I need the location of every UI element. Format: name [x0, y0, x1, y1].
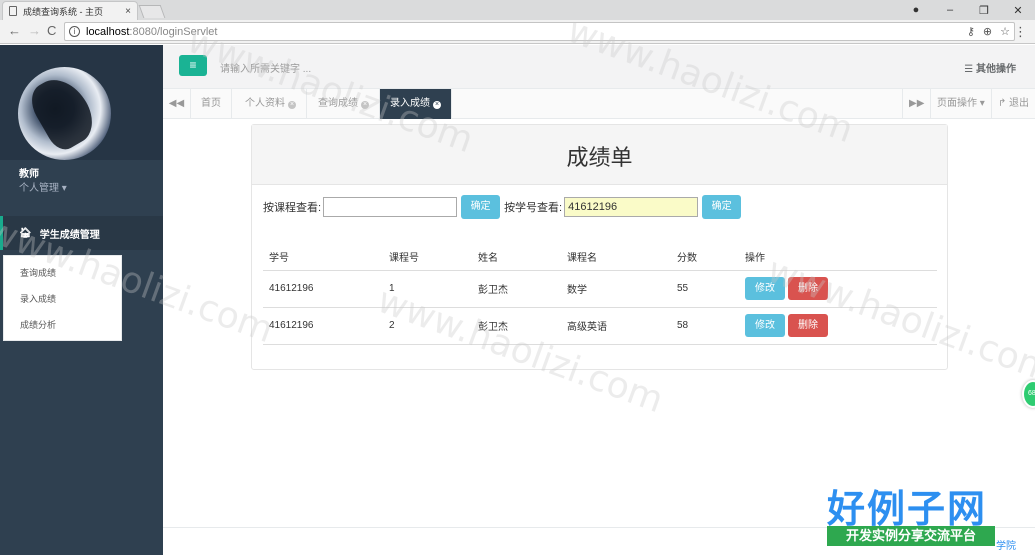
back-button[interactable]: ←	[8, 23, 21, 38]
nav-section-label: 学生成绩管理	[39, 229, 100, 241]
table-row: 41612196 2 彭卫杰 高级英语 58 修改 删除	[263, 307, 937, 345]
course-filter-input[interactable]	[323, 197, 458, 217]
browser-tabbar: 成绩查询系统 - 主页 × ● – ❐ ✕	[0, 0, 1035, 20]
brand-tagline: 开发实例分享交流平台	[827, 526, 995, 546]
course-filter-label: 按课程查看:	[263, 202, 322, 214]
brand-logo-text: 好例子网	[827, 486, 988, 531]
column-header: 分数	[671, 244, 739, 271]
tab-home[interactable]: 首页	[191, 89, 232, 119]
tab-label: 首页	[201, 98, 221, 109]
other-actions-button[interactable]: ☰ 其他操作	[964, 60, 1016, 75]
cell-course-name: 高级英语	[561, 307, 671, 345]
table-header-row: 学号 课程号 姓名 课程名 分数 操作	[263, 244, 937, 271]
tab-close-icon[interactable]: ×	[288, 101, 296, 109]
url-field[interactable]: i localhost :8080/loginServlet ⚷ ⊕ ☆	[64, 22, 1015, 41]
edit-button[interactable]: 修改	[745, 277, 785, 300]
close-tab-icon[interactable]: ×	[125, 6, 131, 17]
maximize-button[interactable]: ❐	[967, 4, 1001, 17]
avatar[interactable]	[18, 67, 111, 160]
filter-bar: 按课程查看: 确定 按学号查看: 41612196 确定	[263, 195, 745, 219]
cell-actions: 修改 删除	[739, 307, 937, 345]
url-path: :8080/loginServlet	[129, 25, 218, 38]
url-host: localhost	[86, 25, 130, 38]
column-header: 操作	[739, 244, 937, 271]
edit-button[interactable]: 修改	[745, 314, 785, 337]
close-window-button[interactable]: ✕	[1001, 4, 1035, 17]
cell-student-id: 41612196	[263, 270, 383, 308]
logout-label: 退出	[1009, 98, 1029, 109]
zoom-icon[interactable]: ⊕	[983, 25, 992, 38]
forward-button[interactable]: →	[28, 23, 41, 38]
tab-strip-actions: ▶▶ 页面操作 ▾ ↱ 退出	[902, 89, 1035, 119]
cell-name: 彭卫杰	[472, 270, 561, 308]
tab-enter-grades[interactable]: 录入成绩 ×	[380, 89, 452, 119]
delete-button[interactable]: 删除	[788, 314, 828, 337]
floating-badge[interactable]: 68	[1022, 380, 1035, 408]
column-header: 学号	[263, 244, 383, 271]
column-header: 课程号	[383, 244, 472, 271]
page-actions-button[interactable]: 页面操作 ▾	[930, 89, 991, 119]
content-tab-strip: ◀◀ 首页 个人资料 × 查询成绩 × 录入成绩 × ▶▶ 页面操作 ▾ ↱ 退出	[163, 89, 1035, 119]
account-icon[interactable]: ●	[899, 4, 933, 16]
student-filter-input[interactable]: 41612196	[564, 197, 699, 217]
cell-score: 55	[671, 270, 739, 308]
list-icon: ☰	[964, 64, 976, 75]
table-row: 41612196 1 彭卫杰 数学 55 修改 删除	[263, 270, 937, 308]
tab-profile[interactable]: 个人资料 ×	[235, 89, 307, 119]
footer-text: 学院	[996, 541, 1016, 552]
key-icon[interactable]: ⚷	[967, 25, 975, 38]
tabs-next-button[interactable]: ▶▶	[902, 89, 930, 119]
top-bar: ≡ 请输入所需关键字 ... ☰ 其他操作	[163, 45, 1035, 89]
star-icon[interactable]: ☆	[1000, 25, 1010, 38]
new-tab-button[interactable]	[138, 5, 166, 18]
cell-name: 彭卫杰	[472, 307, 561, 345]
panel-title: 成绩单	[252, 125, 947, 185]
address-bar: ← → C i localhost :8080/loginServlet ⚷ ⊕…	[0, 20, 1035, 44]
submenu: 查询成绩 录入成绩 成绩分析	[3, 255, 122, 341]
tab-query-grades[interactable]: 查询成绩 ×	[308, 89, 380, 119]
cell-actions: 修改 删除	[739, 270, 937, 308]
user-menu-toggle[interactable]: 个人管理 ▾	[19, 179, 67, 194]
browser-tab-title: 成绩查询系统 - 主页	[23, 6, 103, 17]
browser-tab[interactable]: 成绩查询系统 - 主页 ×	[2, 1, 138, 20]
tab-label: 查询成绩	[318, 98, 358, 109]
minimize-button[interactable]: –	[933, 4, 967, 16]
column-header: 姓名	[472, 244, 561, 271]
sidebar-item-query-grades[interactable]: 查询成绩	[4, 260, 121, 286]
menu-toggle-button[interactable]: ≡	[179, 55, 207, 76]
tabs-prev-button[interactable]: ◀◀	[163, 89, 191, 119]
home-icon: 🏠︎	[19, 227, 32, 239]
cell-course-no: 2	[383, 307, 472, 345]
tab-close-icon[interactable]: ×	[361, 101, 369, 109]
tab-label: 录入成绩	[390, 98, 430, 109]
cell-course-name: 数学	[561, 270, 671, 308]
nav-section-grade-management[interactable]: 🏠︎ 学生成绩管理	[0, 216, 163, 250]
course-confirm-button[interactable]: 确定	[461, 195, 501, 219]
sidebar-item-grade-analysis[interactable]: 成绩分析	[4, 312, 121, 338]
tab-close-icon[interactable]: ×	[433, 101, 441, 109]
browser-menu-icon[interactable]: ⋮	[1014, 24, 1027, 40]
logout-icon: ↱	[997, 98, 1009, 109]
other-actions-label: 其他操作	[976, 64, 1016, 75]
sidebar: 教师 个人管理 ▾ 🏠︎ 学生成绩管理 查询成绩 录入成绩 成绩分析	[0, 45, 163, 555]
user-role: 教师	[19, 169, 39, 180]
window-controls: ● – ❐ ✕	[899, 0, 1035, 20]
profile-area	[0, 45, 163, 160]
reload-button[interactable]: C	[47, 23, 56, 38]
delete-button[interactable]: 删除	[788, 277, 828, 300]
cell-student-id: 41612196	[263, 307, 383, 345]
cell-score: 58	[671, 307, 739, 345]
cell-course-no: 1	[383, 270, 472, 308]
grades-table: 学号 课程号 姓名 课程名 分数 操作 41612196 1 彭卫杰 数学 55…	[263, 244, 937, 345]
document-icon	[9, 6, 17, 16]
student-confirm-button[interactable]: 确定	[702, 195, 742, 219]
student-filter-label: 按学号查看:	[504, 202, 563, 214]
sidebar-item-enter-grades[interactable]: 录入成绩	[4, 286, 121, 312]
logout-button[interactable]: ↱ 退出	[990, 89, 1035, 119]
tab-label: 个人资料	[245, 98, 285, 109]
column-header: 课程名	[561, 244, 671, 271]
search-input[interactable]: 请输入所需关键字 ...	[220, 60, 311, 75]
grade-sheet-panel: 成绩单 按课程查看: 确定 按学号查看: 41612196 确定 学号 课程号 …	[251, 124, 948, 370]
info-icon[interactable]: i	[69, 26, 80, 37]
